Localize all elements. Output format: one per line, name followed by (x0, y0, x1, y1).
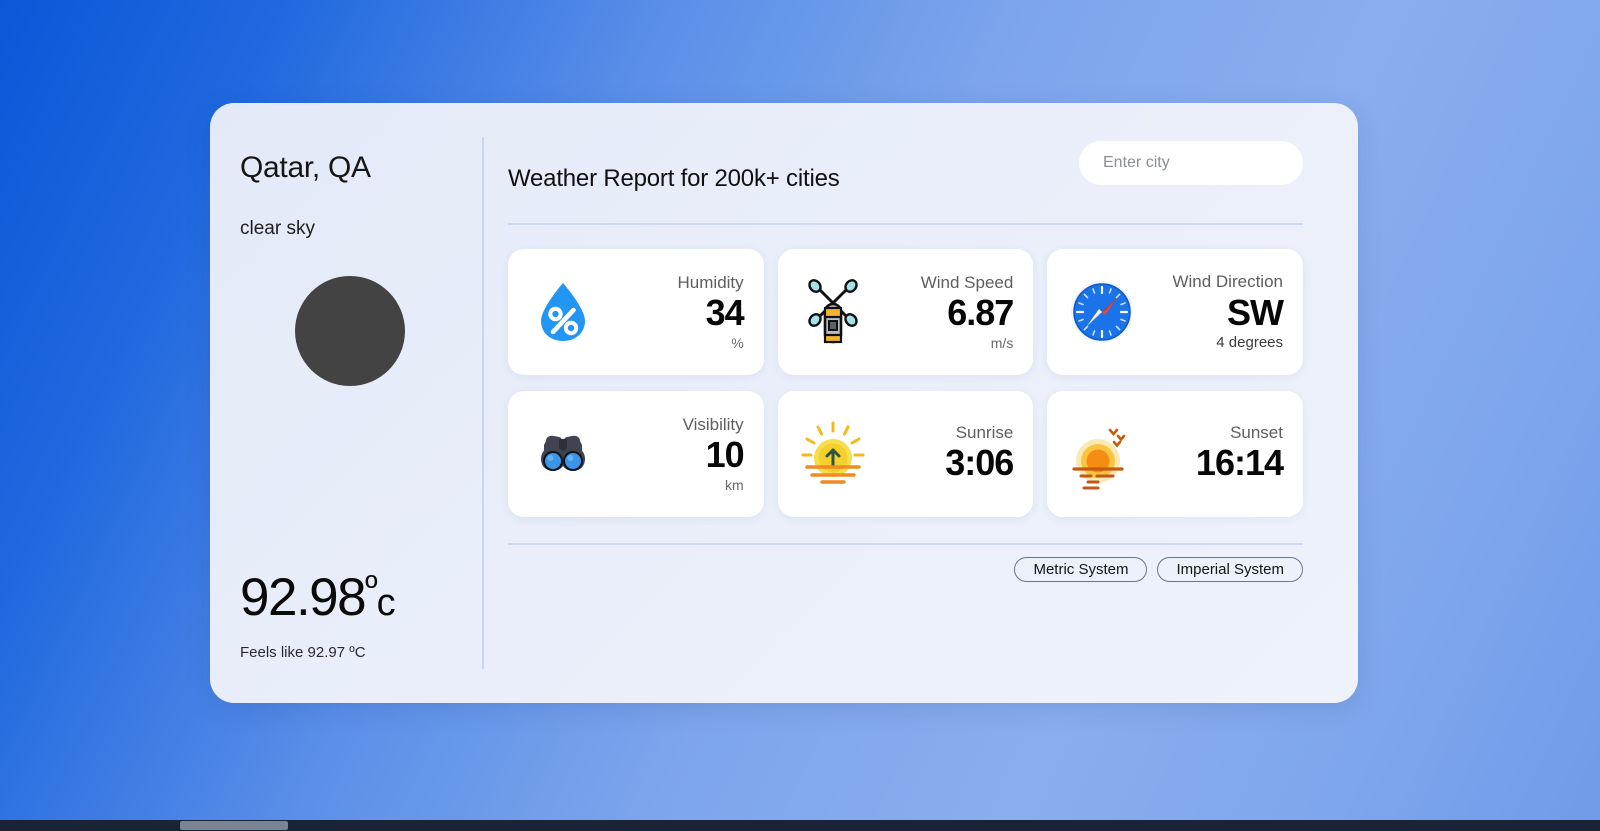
weather-card-wind-direction: Wind Direction SW 4 degrees (1047, 249, 1303, 375)
card-value: SW (1227, 291, 1284, 333)
degree-symbol: º (365, 569, 377, 608)
card-unit: m/s (990, 334, 1014, 351)
weather-card-sunset: Sunset 16:14 (1047, 391, 1303, 517)
weather-card-sunrise: Sunrise 3:06 (777, 391, 1034, 517)
weather-condition-text: clear sky (240, 218, 315, 239)
details-header: Weather Report for 200k+ cities (508, 139, 1303, 205)
card-text-wind-speed: Wind Speed 6.87 m/s (920, 272, 1015, 351)
card-unit: 4 degrees (1216, 334, 1283, 352)
temperature-unit-letter: c (376, 582, 396, 625)
card-value: 10 (705, 434, 745, 476)
card-text-sunrise: Sunrise 3:06 (945, 422, 1014, 486)
card-label: Visibility (682, 414, 744, 434)
card-label: Wind Direction (1172, 272, 1283, 292)
footer-divider (508, 543, 1303, 545)
unit-system-toggle-group: Metric System Imperial System (508, 557, 1303, 582)
binoculars-icon (524, 415, 602, 493)
current-temperature: 92.98ºc (240, 570, 482, 626)
cloud-placeholder-icon (295, 276, 405, 386)
weather-card-humidity: Humidity 34 % (508, 249, 764, 375)
report-title: Weather Report for 200k+ cities (508, 165, 840, 192)
card-text-humidity: Humidity 34 % (677, 272, 745, 351)
header-divider (508, 223, 1303, 225)
card-unit: km (724, 476, 744, 493)
weather-card-wind-speed: Wind Speed 6.87 m/s (777, 249, 1034, 375)
card-value: 34 (705, 292, 745, 334)
card-label: Sunrise (955, 422, 1014, 442)
page-title: Qatar, QA (240, 151, 371, 184)
anemometer-icon (794, 273, 872, 351)
search-input[interactable] (1079, 141, 1303, 185)
card-value: 3:06 (945, 442, 1014, 484)
temperature-value: 92.98 (240, 568, 367, 628)
card-text-wind-direction: Wind Direction SW 4 degrees (1172, 272, 1284, 352)
feels-like-text: Feels like 92.97 ºC (240, 644, 366, 661)
water-droplet-percent-icon (524, 273, 602, 351)
weather-details-pane: Weather Report for 200k+ cities Humidity (484, 103, 1358, 703)
card-text-visibility: Visibility 10 km (682, 414, 745, 493)
weather-cards-grid: Humidity 34 % Wind Speed 6.87 m/s Wind D… (508, 249, 1303, 517)
card-text-sunset: Sunset 16:14 (1195, 422, 1284, 486)
weather-app-panel: Qatar, QA clear sky 92.98ºc Feels like 9… (210, 103, 1358, 703)
weather-card-visibility: Visibility 10 km (508, 391, 764, 517)
card-value: 16:14 (1195, 442, 1284, 484)
metric-system-button[interactable]: Metric System (1014, 557, 1148, 582)
sunset-icon (1063, 415, 1141, 493)
temperature-block: 92.98ºc Feels like 92.97 ºC (240, 570, 482, 703)
browser-bottom-chrome (0, 820, 1600, 831)
weather-icon-container (240, 276, 482, 386)
sunrise-icon (794, 415, 872, 493)
card-label: Humidity (677, 272, 744, 292)
current-conditions-pane: Qatar, QA clear sky 92.98ºc Feels like 9… (210, 103, 482, 703)
card-value: 6.87 (947, 292, 1014, 334)
card-label: Wind Speed (920, 272, 1014, 292)
compass-icon (1063, 273, 1141, 351)
imperial-system-button[interactable]: Imperial System (1157, 557, 1303, 582)
horizontal-scrollbar-thumb[interactable] (180, 821, 288, 830)
card-unit: % (731, 334, 744, 351)
card-label: Sunset (1230, 422, 1283, 442)
